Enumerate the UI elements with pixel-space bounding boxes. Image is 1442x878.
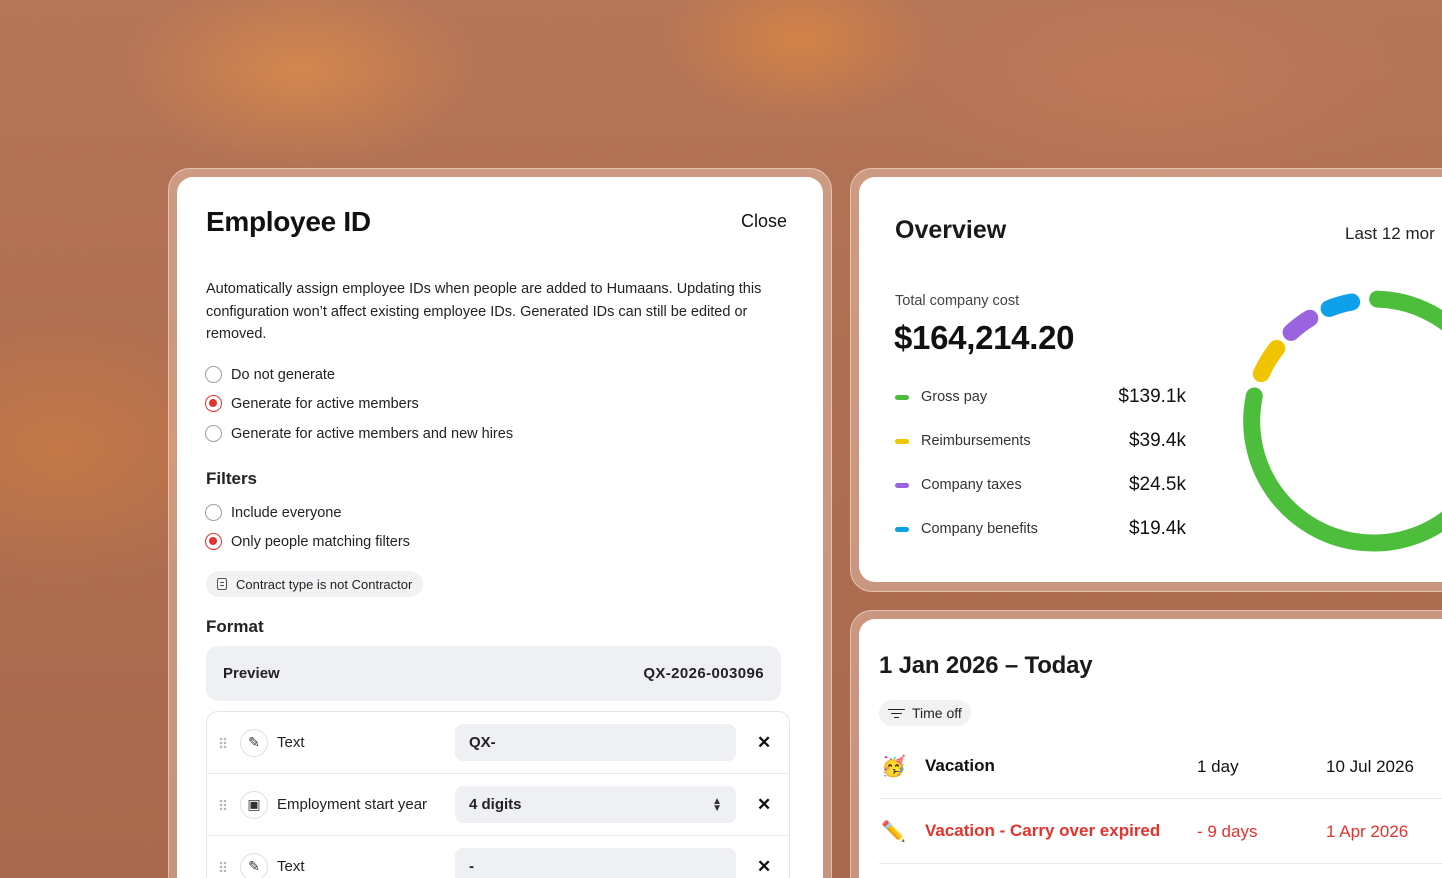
format-rows: ✎ Text QX- ✕ ▣ Employment start year 4 d… xyxy=(206,711,790,878)
cost-donut-chart xyxy=(1243,290,1442,552)
drag-handle-icon[interactable] xyxy=(219,860,227,873)
overview-card: Overview Last 12 mor Total company cost … xyxy=(859,177,1442,582)
drag-handle-icon[interactable] xyxy=(219,798,227,811)
format-row: ✎ Text QX- ✕ xyxy=(207,712,789,774)
radio-only-matching[interactable]: Only people matching filters xyxy=(205,533,410,550)
time-off-row[interactable]: 🥳 Vacation 1 day 10 Jul 2026 xyxy=(879,734,1442,799)
format-text-input[interactable]: - xyxy=(455,848,736,878)
legend-swatch xyxy=(895,526,909,532)
legend-name: Company taxes xyxy=(921,477,1022,493)
filter-icon xyxy=(888,708,905,719)
time-off-name: Vacation xyxy=(925,756,995,775)
preview-value: QX-2026-003096 xyxy=(643,665,764,682)
pencil-icon: ✎ xyxy=(240,852,268,878)
total-cost-value: $164,214.20 xyxy=(894,319,1075,356)
donut-segment-reimbursements xyxy=(1252,339,1286,383)
legend-item-gross-pay: Gross pay $139.1k xyxy=(895,385,1186,409)
format-row-label: Text xyxy=(277,858,305,875)
overview-title: Overview xyxy=(895,216,1007,244)
legend-name: Company benefits xyxy=(921,521,1038,537)
legend-swatch xyxy=(895,394,909,400)
drag-handle-icon[interactable] xyxy=(219,736,227,749)
format-row-label: Text xyxy=(277,734,305,751)
legend-item-reimbursements: Reimbursements $39.4k xyxy=(895,429,1186,453)
digits-select[interactable]: 4 digits ▲ ▼ xyxy=(455,786,736,823)
radio-selected-icon[interactable] xyxy=(205,395,222,412)
filters-heading: Filters xyxy=(206,469,258,488)
time-off-date: 10 Jul 2026 xyxy=(1326,757,1414,776)
radio-label: Do not generate xyxy=(231,366,335,383)
radio-generate-active[interactable]: Generate for active members xyxy=(205,395,419,412)
radio-icon[interactable] xyxy=(205,504,222,521)
time-off-date: 1 Apr 2026 xyxy=(1326,822,1409,841)
calendar-icon: ▣ xyxy=(240,790,268,819)
legend-amount: $139.1k xyxy=(1118,386,1186,407)
time-off-duration: - 9 days xyxy=(1197,822,1258,841)
radio-selected-icon[interactable] xyxy=(205,533,222,550)
time-off-name: Vacation - Carry over expired xyxy=(925,821,1161,840)
document-icon xyxy=(217,578,227,590)
legend-name: Gross pay xyxy=(921,389,988,405)
format-preview: Preview QX-2026-003096 xyxy=(206,646,781,701)
employee-id-dialog: Employee ID Close Automatically assign e… xyxy=(177,177,823,878)
remove-row-icon[interactable]: ✕ xyxy=(757,733,771,753)
close-button[interactable]: Close xyxy=(741,211,787,232)
filter-chip[interactable]: Contract type is not Contractor xyxy=(206,571,424,597)
range-selector[interactable]: Last 12 mor xyxy=(1345,224,1435,244)
format-text-input[interactable]: QX- xyxy=(455,724,736,761)
pencil-icon: ✏️ xyxy=(881,821,906,843)
legend-item-company-benefits: Company benefits $19.4k xyxy=(895,517,1186,541)
legend-item-company-taxes: Company taxes $24.5k xyxy=(895,473,1186,497)
radio-do-not-generate[interactable]: Do not generate xyxy=(205,366,335,383)
radio-icon[interactable] xyxy=(205,425,222,442)
radio-label: Generate for active members and new hire… xyxy=(231,425,514,442)
total-cost-label: Total company cost xyxy=(895,293,1020,309)
radio-generate-active-and-new[interactable]: Generate for active members and new hire… xyxy=(205,425,513,442)
select-arrows-icon: ▲ ▼ xyxy=(712,795,722,814)
radio-label: Include everyone xyxy=(231,504,342,521)
legend-swatch xyxy=(895,438,909,444)
pencil-icon: ✎ xyxy=(240,728,268,757)
remove-row-icon[interactable]: ✕ xyxy=(757,795,771,815)
legend-amount: $19.4k xyxy=(1128,518,1186,539)
format-row: ✎ Text - ✕ xyxy=(207,836,789,878)
donut-segment-company-taxes xyxy=(1282,309,1319,341)
time-off-duration: 1 day xyxy=(1197,757,1239,776)
remove-row-icon[interactable]: ✕ xyxy=(757,857,771,877)
time-off-filter-chip[interactable]: Time off xyxy=(879,700,971,726)
format-select-value: 4 digits xyxy=(469,796,522,813)
donut-segment-company-benefits xyxy=(1320,293,1361,317)
format-row-label: Employment start year xyxy=(277,796,428,813)
dialog-title: Employee ID xyxy=(206,206,371,237)
radio-include-everyone[interactable]: Include everyone xyxy=(205,504,341,521)
radio-label: Generate for active members xyxy=(231,395,419,412)
legend-amount: $39.4k xyxy=(1128,430,1186,451)
filter-chip-label: Contract type is not Contractor xyxy=(236,576,413,592)
time-off-row[interactable]: ✏️ Vacation - Carry over expired - 9 day… xyxy=(879,799,1442,864)
format-input-value: - xyxy=(469,858,474,875)
legend-swatch xyxy=(895,482,909,488)
format-input-value: QX- xyxy=(469,734,496,751)
time-off-title: 1 Jan 2026 – Today xyxy=(879,652,1093,679)
dialog-description: Automatically assign employee IDs when p… xyxy=(206,281,762,342)
time-off-chip-label: Time off xyxy=(912,705,962,721)
legend-amount: $24.5k xyxy=(1128,474,1186,495)
radio-label: Only people matching filters xyxy=(231,533,410,550)
radio-icon[interactable] xyxy=(205,366,222,383)
time-off-card: 1 Jan 2026 – Today Time off 🥳 Vacation 1… xyxy=(859,619,1442,878)
format-heading: Format xyxy=(206,617,264,636)
party-face-icon: 🥳 xyxy=(881,756,906,778)
format-row: ▣ Employment start year 4 digits ▲ ▼ ✕ xyxy=(207,774,789,836)
preview-label: Preview xyxy=(223,665,280,682)
legend-name: Reimbursements xyxy=(921,433,1031,449)
donut-segment-gross-pay xyxy=(1243,290,1442,552)
